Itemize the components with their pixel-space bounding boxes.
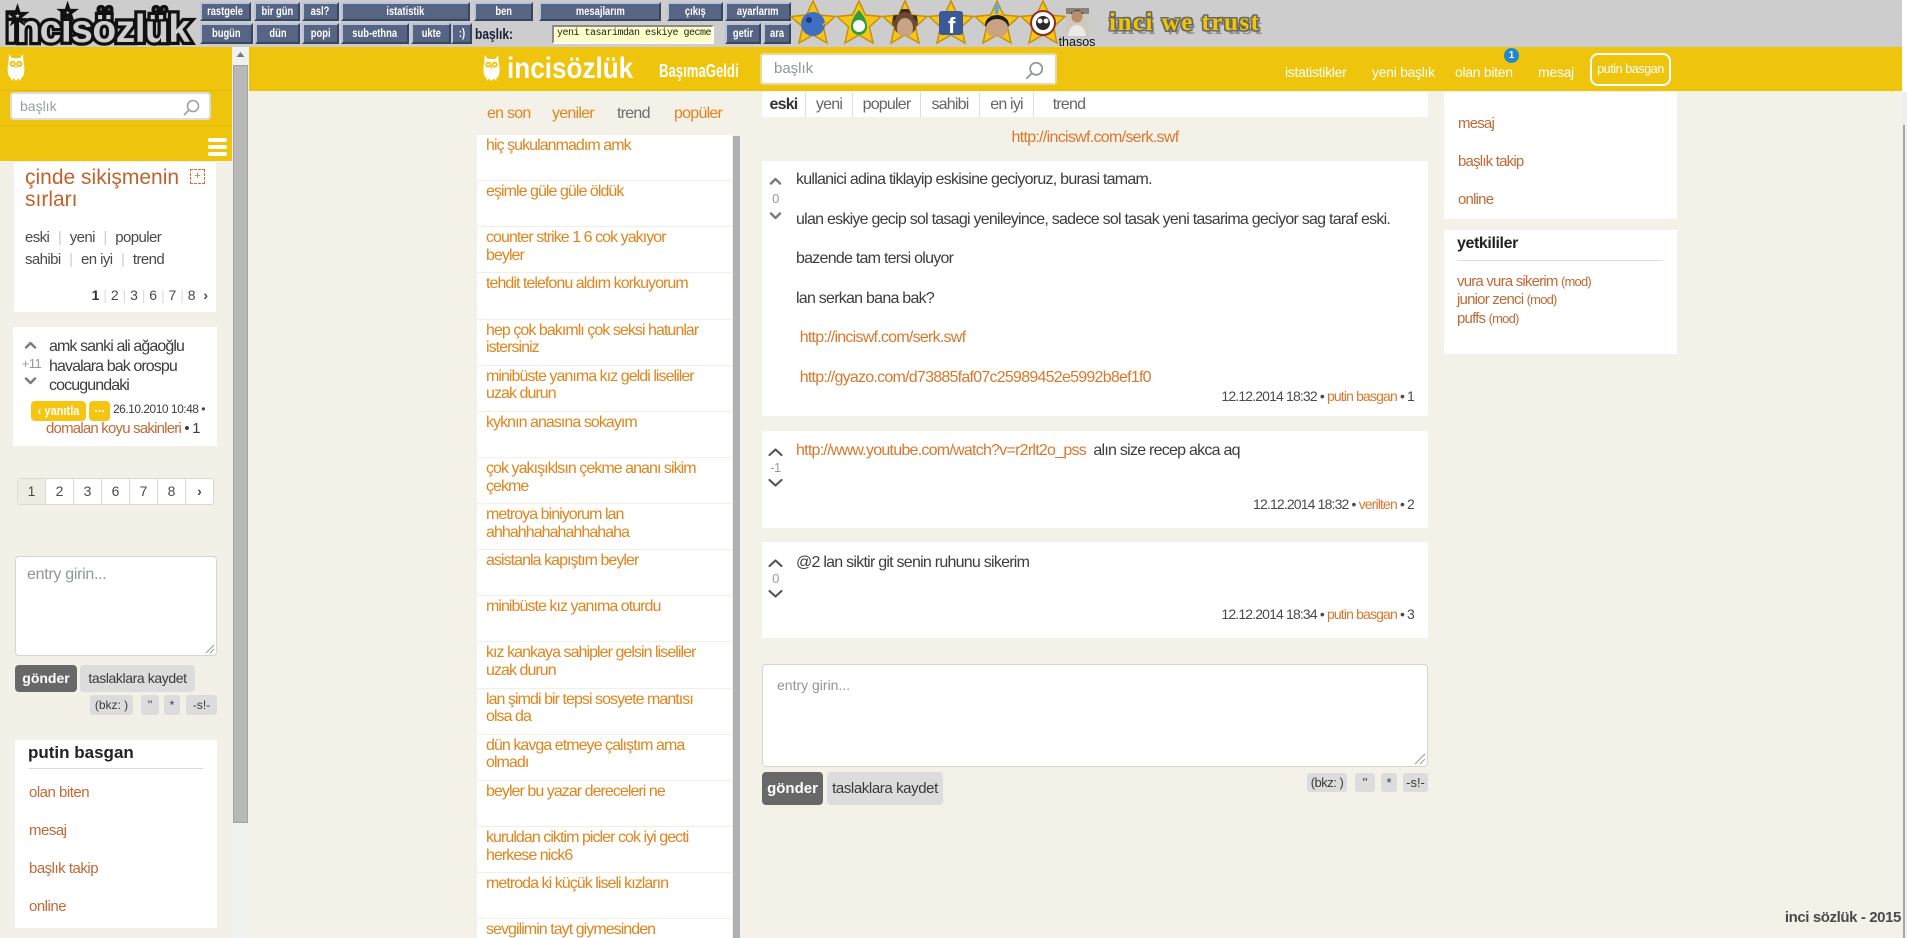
svg-text:★: ★ [60, 3, 76, 22]
svg-text:oo: oo [152, 1, 168, 16]
svg-text:★: ★ [9, 6, 26, 27]
svg-text:f: f [948, 13, 956, 38]
svg-text:oo: oo [97, 1, 113, 16]
